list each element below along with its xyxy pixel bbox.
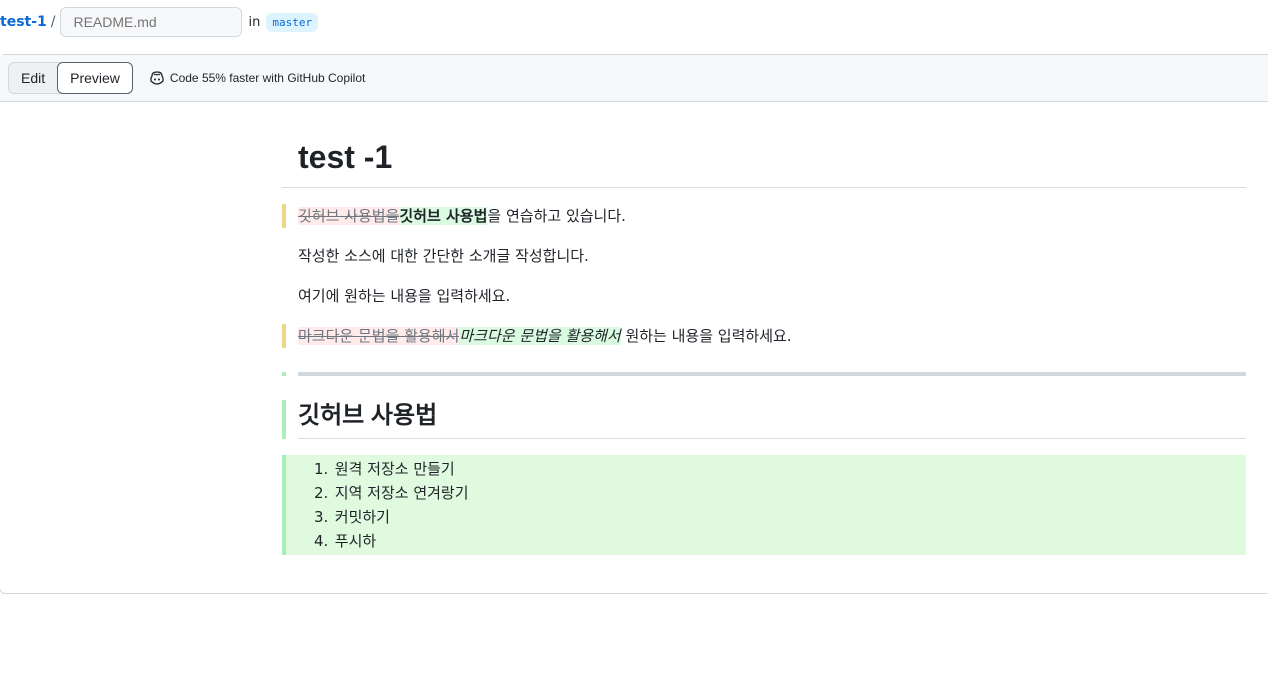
list-number: 4.: [314, 532, 329, 550]
horizontal-rule: [298, 372, 1246, 376]
preview-heading-2-row: 깃허브 사용법: [282, 400, 1246, 439]
deleted-text: 깃허브 사용법을: [298, 207, 400, 225]
preview-line-4: 마크다운 문법을 활용해서마크다운 문법을 활용해서 원하는 내용을 입력하세요…: [282, 324, 1246, 348]
copilot-promo[interactable]: Code 55% faster with GitHub Copilot: [149, 71, 365, 85]
editor-toolbar: Edit Preview Code 55% faster with GitHub…: [0, 55, 1268, 102]
list-item: 1. 원격 저장소 만들기: [298, 457, 1246, 481]
line-text: 원하는 내용을 입력하세요.: [620, 327, 792, 345]
inserted-text: 마크다운 문법을 활용해서: [459, 327, 621, 345]
markdown-preview: test -1 깃허브 사용법을깃허브 사용법을 연습하고 있습니다. 작성한 …: [282, 101, 1246, 555]
list-item-text: 지역 저장소 연겨랑기: [334, 484, 469, 502]
list-item: 4. 푸시하: [298, 529, 1246, 553]
ordered-list: 1. 원격 저장소 만들기 2. 지역 저장소 연겨랑기 3. 커밋하기 4. …: [298, 457, 1246, 553]
preview-line-3: 여기에 원하는 내용을 입력하세요.: [298, 287, 511, 305]
copilot-text: Code 55% faster with GitHub Copilot: [169, 71, 366, 85]
file-path-bar: test-1 / in master: [0, 6, 319, 38]
list-item: 2. 지역 저장소 연겨랑기: [298, 481, 1246, 505]
list-item-text: 푸시하: [334, 532, 377, 550]
editor-panel: Edit Preview Code 55% faster with GitHub…: [0, 54, 1268, 594]
ordered-list-added: 1. 원격 저장소 만들기 2. 지역 저장소 연겨랑기 3. 커밋하기 4. …: [282, 455, 1246, 555]
tab-preview[interactable]: Preview: [57, 62, 133, 94]
tab-edit[interactable]: Edit: [9, 63, 57, 93]
preview-heading-2: 깃허브 사용법: [298, 400, 1246, 439]
list-number: 3.: [314, 508, 329, 526]
list-item-text: 커밋하기: [334, 508, 390, 526]
path-separator: /: [50, 14, 56, 30]
in-label: in: [248, 14, 261, 30]
preview-line-1: 깃허브 사용법을깃허브 사용법을 연습하고 있습니다.: [282, 204, 1246, 228]
horizontal-rule-row: [282, 372, 1246, 378]
repo-link[interactable]: test-1: [0, 14, 47, 30]
editor-tabs: Edit Preview: [8, 62, 133, 94]
branch-badge[interactable]: master: [266, 12, 319, 32]
preview-heading-1: test -1: [282, 101, 1246, 188]
preview-line-2: 작성한 소스에 대한 간단한 소개글 작성합니다.: [298, 247, 589, 265]
copilot-icon: [150, 71, 164, 85]
filename-input[interactable]: [60, 7, 243, 37]
line-text: 을 연습하고 있습니다.: [487, 207, 626, 225]
deleted-text: 마크다운 문법을 활용해서: [298, 327, 460, 345]
list-number: 1.: [314, 460, 329, 478]
list-item-text: 원격 저장소 만들기: [334, 460, 455, 478]
inserted-text: 깃허브 사용법: [399, 207, 488, 225]
list-item: 3. 커밋하기: [298, 505, 1246, 529]
list-number: 2.: [314, 484, 329, 502]
